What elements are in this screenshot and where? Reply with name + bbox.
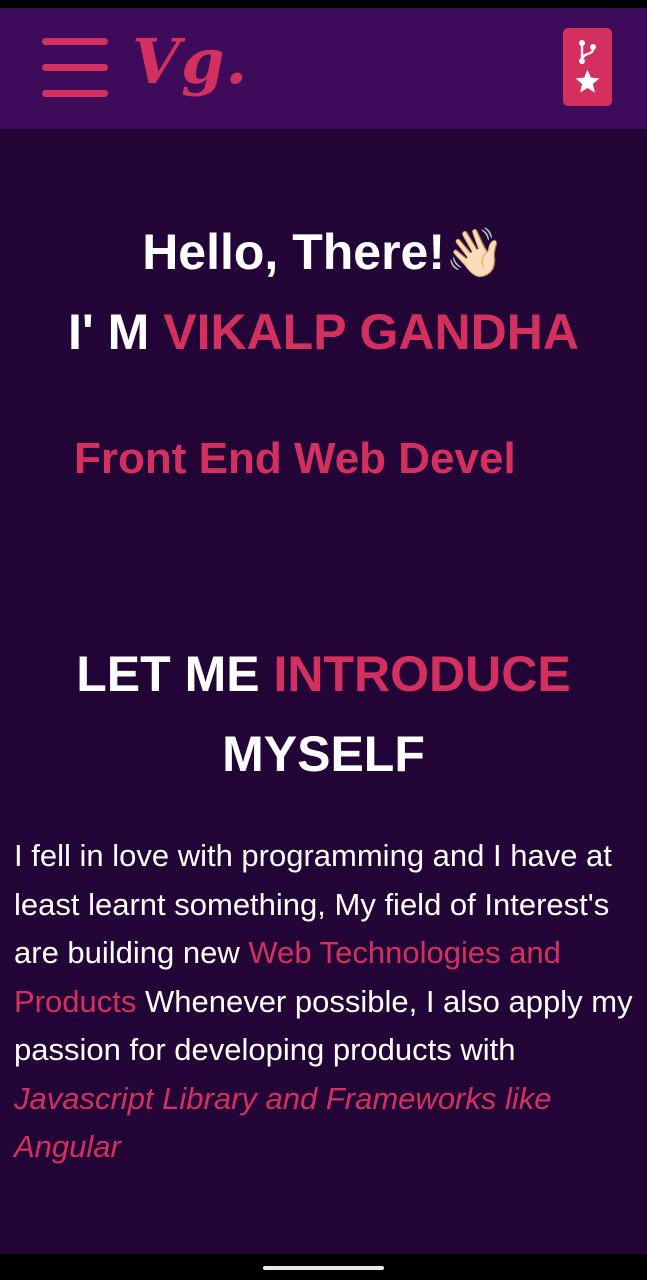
- name-heading: I' M VIKALP GANDHA: [0, 297, 647, 367]
- system-navigation-bar: [0, 1254, 647, 1280]
- menu-line: [42, 90, 108, 97]
- introduce-heading: LET ME INTRODUCE MYSELF: [0, 634, 647, 794]
- home-indicator[interactable]: [263, 1266, 384, 1270]
- main-content: Hello, There!👋🏻 I' M VIKALP GANDHA Front…: [0, 129, 647, 1254]
- heading-part1: LET ME: [76, 646, 260, 702]
- bio-highlight-frameworks: Javascript Library and Frameworks like A…: [14, 1080, 552, 1165]
- hamburger-menu-icon[interactable]: [42, 38, 108, 100]
- heading-part2: MYSELF: [222, 726, 425, 782]
- star-icon: [575, 69, 600, 93]
- git-fork-icon: [579, 40, 596, 64]
- greeting-heading: Hello, There!👋🏻: [0, 217, 647, 289]
- bio-paragraph: I fell in love with programming and I ha…: [14, 832, 639, 1172]
- heading-highlight: INTRODUCE: [273, 646, 571, 702]
- typewriter-role: Front End Web Devel: [74, 434, 516, 483]
- greeting-text: Hello, There!: [142, 224, 446, 280]
- status-bar: [0, 0, 647, 8]
- menu-line: [42, 38, 108, 45]
- menu-line: [42, 64, 108, 71]
- navbar: Vg.: [0, 8, 647, 129]
- github-repo-button[interactable]: [563, 28, 612, 106]
- person-name: VIKALP GANDHA: [163, 304, 579, 360]
- waving-hand-icon: 👋🏻: [445, 227, 505, 280]
- site-logo[interactable]: Vg.: [132, 22, 248, 102]
- iam-prefix: I' M: [67, 304, 150, 360]
